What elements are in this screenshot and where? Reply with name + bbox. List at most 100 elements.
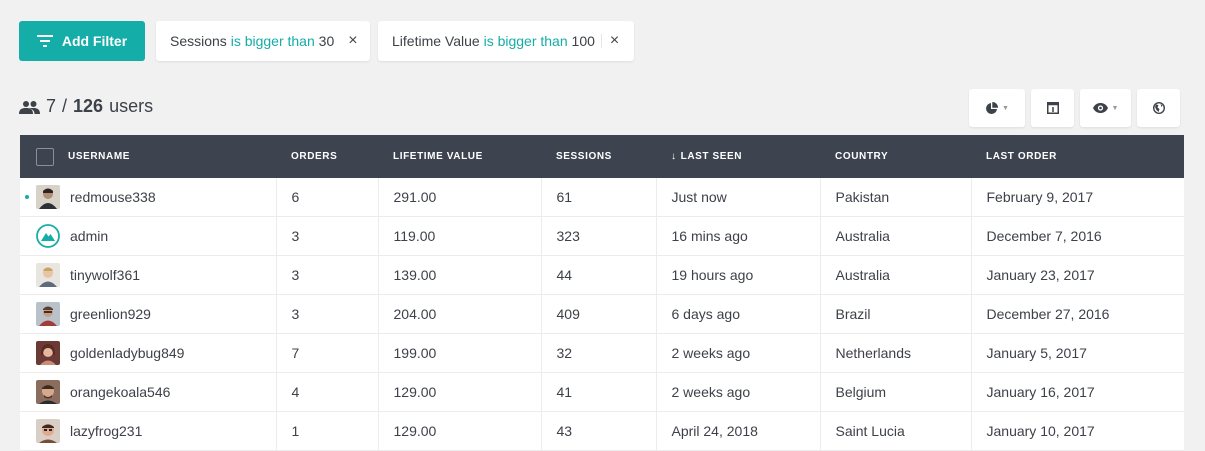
chip-divider <box>600 34 602 48</box>
filter-operator: is bigger than <box>230 33 315 49</box>
username-cell[interactable]: orangekoala546 <box>20 372 277 412</box>
country-cell: Brazil <box>820 294 972 334</box>
country-cell: Belgium <box>820 372 972 412</box>
toolbar: ▼ ▼ <box>969 89 1180 127</box>
filter-icon <box>36 35 53 47</box>
last-order-cell: February 9, 2017 <box>971 178 1184 217</box>
sessions-cell: 323 <box>541 216 657 256</box>
mountain-logo-icon <box>36 224 60 248</box>
table-row[interactable]: redmouse338 6 291.00 61 Just now Pakista… <box>20 178 1184 217</box>
chart-button[interactable]: ▼ <box>969 89 1025 127</box>
chevron-down-icon: ▼ <box>1002 104 1009 112</box>
column-header-orders[interactable]: Orders <box>276 135 378 178</box>
table-row[interactable]: goldenladybug849 7 199.00 32 2 weeks ago… <box>20 333 1184 373</box>
sessions-cell: 44 <box>541 255 657 295</box>
filter-value: 100 <box>571 33 595 49</box>
map-button[interactable] <box>1137 89 1180 127</box>
columns-icon <box>1046 102 1059 114</box>
orders-cell: 3 <box>276 216 379 256</box>
orders-cell: 3 <box>276 294 379 334</box>
users-table: Username Orders Lifetime Value Sessions … <box>20 135 1184 451</box>
last-order-cell: January 10, 2017 <box>971 411 1184 451</box>
last-order-cell: January 5, 2017 <box>971 333 1184 373</box>
lifetime-value-cell: 204.00 <box>378 294 542 334</box>
columns-button[interactable] <box>1031 89 1074 127</box>
table-row[interactable]: tinywolf361 3 139.00 44 19 hours ago Aus… <box>20 255 1184 295</box>
sessions-cell: 61 <box>541 178 657 217</box>
close-icon[interactable]: × <box>348 33 357 49</box>
table-row[interactable]: greenlion929 3 204.00 409 6 days ago Bra… <box>20 294 1184 334</box>
orders-cell: 4 <box>276 372 379 412</box>
last-order-cell: January 16, 2017 <box>971 372 1184 412</box>
table-row[interactable]: orangekoala546 4 129.00 41 2 weeks ago B… <box>20 372 1184 412</box>
column-header-username[interactable]: Username <box>20 135 276 178</box>
country-cell: Netherlands <box>820 333 972 373</box>
last-seen-cell: 6 days ago <box>656 294 821 334</box>
column-header-lifetime-value[interactable]: Lifetime Value <box>378 135 541 178</box>
users-icon <box>19 100 40 114</box>
close-icon[interactable]: × <box>610 33 619 49</box>
username-text: tinywolf361 <box>70 267 141 283</box>
username-text: orangekoala546 <box>70 384 171 400</box>
shown-count: 7 <box>46 96 57 116</box>
username-cell[interactable]: redmouse338 <box>20 178 277 217</box>
last-seen-cell: 2 weeks ago <box>656 333 821 373</box>
eye-icon <box>1092 103 1108 113</box>
username-cell[interactable]: goldenladybug849 <box>20 333 277 373</box>
lifetime-value-cell: 291.00 <box>378 178 542 217</box>
username-cell[interactable]: lazyfrog231 <box>20 411 277 451</box>
filter-field: Lifetime Value <box>392 33 480 49</box>
filter-bar: Add Filter Sessions is bigger than 30 × … <box>19 21 634 61</box>
username-text: redmouse338 <box>70 189 156 205</box>
column-header-label: Last Seen <box>680 151 743 162</box>
globe-icon <box>1152 102 1165 114</box>
avatar <box>36 419 60 443</box>
table-row[interactable]: lazyfrog231 1 129.00 43 April 24, 2018 S… <box>20 411 1184 451</box>
chevron-down-icon: ▼ <box>1111 104 1119 112</box>
username-text: greenlion929 <box>70 306 151 322</box>
sessions-cell: 32 <box>541 333 657 373</box>
avatar <box>36 302 60 326</box>
country-cell: Pakistan <box>820 178 972 217</box>
column-header-sessions[interactable]: Sessions <box>541 135 656 178</box>
last-seen-cell: 16 mins ago <box>656 216 821 256</box>
filter-chip-sessions[interactable]: Sessions is bigger than 30 × <box>156 21 370 61</box>
username-cell[interactable]: greenlion929 <box>20 294 277 334</box>
username-cell[interactable]: tinywolf361 <box>20 255 277 295</box>
column-header-label: Username <box>68 151 131 162</box>
avatar <box>36 263 60 287</box>
lifetime-value-cell: 119.00 <box>378 216 542 256</box>
pie-chart-icon <box>986 101 999 114</box>
last-seen-cell: 2 weeks ago <box>656 372 821 412</box>
sessions-cell: 41 <box>541 372 657 412</box>
table-row[interactable]: admin 3 119.00 323 16 mins ago Australia… <box>20 216 1184 256</box>
column-header-country[interactable]: Country <box>820 135 971 178</box>
username-text: lazyfrog231 <box>70 423 143 439</box>
username-cell[interactable]: admin <box>20 216 277 256</box>
lifetime-value-cell: 129.00 <box>378 411 542 451</box>
add-filter-button[interactable]: Add Filter <box>19 21 145 61</box>
count-unit: users <box>109 96 154 116</box>
last-seen-cell: April 24, 2018 <box>656 411 821 451</box>
avatar <box>36 380 60 404</box>
filter-chip-lifetime-value[interactable]: Lifetime Value is bigger than 100 × <box>378 21 634 61</box>
username-text: goldenladybug849 <box>70 345 185 361</box>
visibility-button[interactable]: ▼ <box>1080 89 1131 127</box>
username-text: admin <box>70 228 109 244</box>
orders-cell: 3 <box>276 255 379 295</box>
orders-cell: 1 <box>276 411 379 451</box>
last-order-cell: December 27, 2016 <box>971 294 1184 334</box>
column-header-last-seen[interactable]: ↓ Last Seen <box>656 135 820 178</box>
column-header-last-order[interactable]: Last Order <box>971 135 1184 178</box>
select-all-checkbox[interactable] <box>36 147 54 166</box>
total-count: 126 <box>73 96 104 116</box>
filter-field: Sessions <box>170 33 227 49</box>
lifetime-value-cell: 139.00 <box>378 255 542 295</box>
sessions-cell: 43 <box>541 411 657 451</box>
user-count: 7 / 126 users <box>19 96 153 117</box>
last-order-cell: January 23, 2017 <box>971 255 1184 295</box>
avatar <box>36 341 60 365</box>
table-header-row: Username Orders Lifetime Value Sessions … <box>20 135 1184 178</box>
orders-cell: 6 <box>276 178 379 217</box>
last-seen-cell: 19 hours ago <box>656 255 821 295</box>
